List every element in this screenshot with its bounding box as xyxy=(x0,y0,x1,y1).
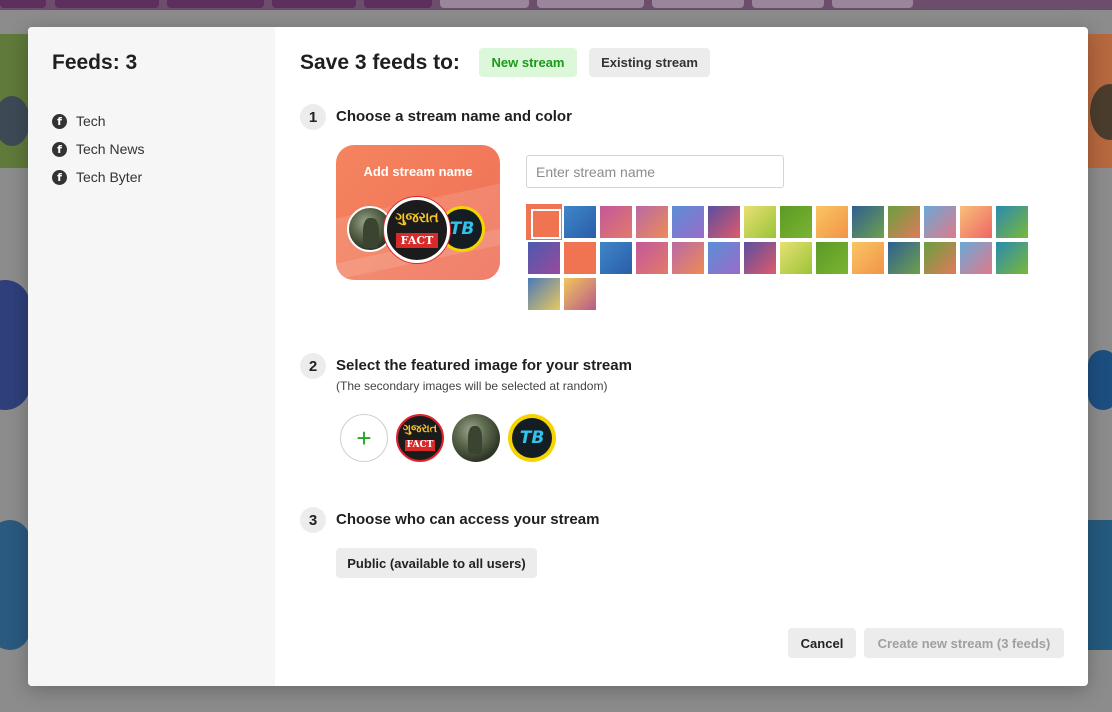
preview-fact-top-text: ગુજરાત xyxy=(395,210,439,226)
save-feeds-modal: Feeds: 3 f Tech f Tech News f Tech Byter… xyxy=(28,27,1088,686)
color-swatch[interactable] xyxy=(888,206,920,238)
color-swatch[interactable] xyxy=(816,242,848,274)
color-swatch[interactable] xyxy=(636,206,668,238)
stream-name-input[interactable] xyxy=(526,155,784,188)
feed-item-label: Tech News xyxy=(76,141,145,157)
feeds-count-title: Feeds: 3 xyxy=(52,51,138,74)
preview-tb-text: TB xyxy=(449,219,475,239)
background-image xyxy=(1088,520,1112,650)
access-dropdown-button[interactable]: Public (available to all users) xyxy=(336,548,537,578)
background-image xyxy=(1088,350,1112,410)
facebook-icon: f xyxy=(52,141,67,157)
step-subtitle: (The secondary images will be selected a… xyxy=(336,379,608,393)
featured-image-option[interactable] xyxy=(452,414,500,462)
color-swatch[interactable] xyxy=(888,242,920,274)
color-swatch[interactable] xyxy=(600,242,632,274)
color-swatch[interactable] xyxy=(996,242,1028,274)
tb-text: TB xyxy=(519,428,545,448)
background-image xyxy=(0,520,30,650)
feed-item: f Tech xyxy=(52,107,144,135)
preview-stream-name: Add stream name xyxy=(363,164,473,179)
color-swatch[interactable] xyxy=(744,242,776,274)
facebook-icon: f xyxy=(52,113,67,129)
color-swatch[interactable] xyxy=(744,206,776,238)
color-swatch[interactable] xyxy=(924,242,956,274)
step-number: 2 xyxy=(300,353,326,379)
background-image xyxy=(0,280,30,410)
color-swatch[interactable] xyxy=(708,242,740,274)
color-swatch[interactable] xyxy=(564,242,596,274)
color-swatch[interactable] xyxy=(528,278,560,310)
preview-featured-image: ગુજરાત FACT xyxy=(384,197,450,263)
featured-image-option[interactable]: TB xyxy=(508,414,556,462)
step-number: 3 xyxy=(300,507,326,533)
feed-item: f Tech Byter xyxy=(52,163,144,191)
color-swatch[interactable] xyxy=(564,278,596,310)
color-swatch[interactable] xyxy=(960,242,992,274)
stream-preview-card: Add stream name TB ગુજરાત FACT xyxy=(336,145,500,280)
color-swatch[interactable] xyxy=(852,242,884,274)
fact-bar-text: FACT xyxy=(404,440,436,451)
tab-new-stream[interactable]: New stream xyxy=(479,48,577,77)
color-swatch[interactable] xyxy=(816,206,848,238)
color-swatch[interactable] xyxy=(528,242,560,274)
cancel-button[interactable]: Cancel xyxy=(788,628,856,658)
color-swatch[interactable] xyxy=(708,206,740,238)
preview-fact-bar-text: FACT xyxy=(396,233,438,248)
color-swatch[interactable] xyxy=(924,206,956,238)
step-title: Choose a stream name and color xyxy=(336,108,572,125)
color-swatch[interactable] xyxy=(564,206,596,238)
add-image-button[interactable]: + xyxy=(340,414,388,462)
featured-image-option[interactable]: ગુજરાત FACT xyxy=(396,414,444,462)
tab-existing-stream[interactable]: Existing stream xyxy=(589,48,710,77)
feed-item: f Tech News xyxy=(52,135,144,163)
feed-item-label: Tech Byter xyxy=(76,169,143,185)
feeds-sidebar: Feeds: 3 f Tech f Tech News f Tech Byter xyxy=(28,27,275,686)
background-toolbar xyxy=(0,0,1112,10)
create-stream-button[interactable]: Create new stream (3 feeds) xyxy=(864,628,1064,658)
color-swatch[interactable] xyxy=(636,242,668,274)
fact-top-text: ગુજરાત xyxy=(402,422,438,435)
color-swatch[interactable] xyxy=(600,206,632,238)
color-swatch[interactable] xyxy=(526,204,562,240)
color-swatch[interactable] xyxy=(960,206,992,238)
stream-form: Save 3 feeds to: New stream Existing str… xyxy=(275,27,1088,686)
facebook-icon: f xyxy=(52,169,67,185)
color-swatch[interactable] xyxy=(780,242,812,274)
save-feeds-title: Save 3 feeds to: xyxy=(300,51,460,74)
feed-list: f Tech f Tech News f Tech Byter xyxy=(52,107,144,191)
step-title: Choose who can access your stream xyxy=(336,511,600,528)
color-swatch[interactable] xyxy=(672,242,704,274)
step-title: Select the featured image for your strea… xyxy=(336,357,632,374)
color-swatch[interactable] xyxy=(996,206,1028,238)
color-swatch[interactable] xyxy=(852,206,884,238)
color-swatch[interactable] xyxy=(672,206,704,238)
step-number: 1 xyxy=(300,104,326,130)
color-swatch[interactable] xyxy=(780,206,812,238)
feed-item-label: Tech xyxy=(76,113,106,129)
